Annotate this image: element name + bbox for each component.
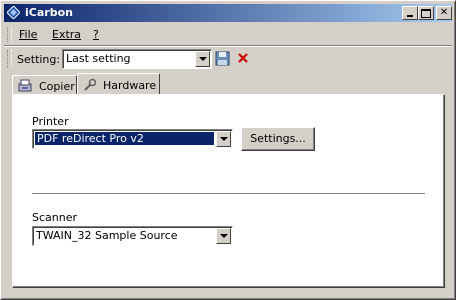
setting-label: Setting: bbox=[17, 53, 61, 66]
printer-value: PDF reDirect Pro v2 bbox=[35, 132, 214, 145]
setting-value: Last setting bbox=[66, 52, 131, 65]
scanner-value: TWAIN_32 Sample Source bbox=[36, 229, 178, 242]
copier-icon bbox=[18, 79, 32, 92]
printer-label: Printer bbox=[32, 115, 69, 128]
chevron-down-icon[interactable] bbox=[216, 131, 231, 147]
minimize-icon bbox=[407, 15, 413, 17]
title-bar[interactable]: iCarbon ✕ bbox=[4, 4, 452, 22]
app-window: iCarbon ✕ File Extra ? Setting: Last set… bbox=[0, 0, 456, 300]
tab-hardware[interactable]: Hardware bbox=[77, 73, 160, 95]
tab-copier-label: Copier bbox=[39, 80, 75, 93]
tab-hardware-label: Hardware bbox=[103, 79, 157, 92]
carbon-diamond-icon bbox=[7, 6, 20, 19]
wrench-icon bbox=[84, 78, 97, 91]
menu-file[interactable]: File bbox=[19, 28, 37, 41]
maximize-icon bbox=[421, 9, 431, 18]
menu-help[interactable]: ? bbox=[93, 28, 99, 41]
tab-copier[interactable]: Copier bbox=[12, 75, 77, 95]
close-icon: ✕ bbox=[439, 7, 449, 18]
setting-combo[interactable]: Last setting bbox=[62, 49, 212, 69]
window-title: iCarbon bbox=[25, 6, 73, 19]
printer-select[interactable]: PDF reDirect Pro v2 bbox=[32, 129, 233, 149]
minimize-button[interactable] bbox=[402, 6, 418, 20]
hardware-panel: Printer PDF reDirect Pro v2 Settings... … bbox=[12, 94, 445, 288]
floppy-disk-icon[interactable] bbox=[215, 51, 230, 66]
printer-settings-button[interactable]: Settings... bbox=[241, 127, 315, 151]
scanner-select[interactable]: TWAIN_32 Sample Source bbox=[32, 226, 233, 246]
red-x-icon[interactable] bbox=[237, 52, 249, 64]
chevron-down-icon[interactable] bbox=[195, 51, 210, 67]
close-button[interactable]: ✕ bbox=[436, 6, 452, 20]
toolbar: Setting: Last setting bbox=[4, 47, 452, 71]
maximize-button[interactable] bbox=[418, 6, 434, 20]
section-divider bbox=[32, 193, 425, 195]
scanner-label: Scanner bbox=[32, 211, 78, 224]
menu-bar: File Extra ? bbox=[4, 25, 452, 44]
menu-grip[interactable] bbox=[7, 27, 12, 42]
toolbar-grip[interactable] bbox=[7, 50, 12, 68]
menu-extra[interactable]: Extra bbox=[52, 28, 81, 41]
chevron-down-icon[interactable] bbox=[216, 228, 231, 244]
